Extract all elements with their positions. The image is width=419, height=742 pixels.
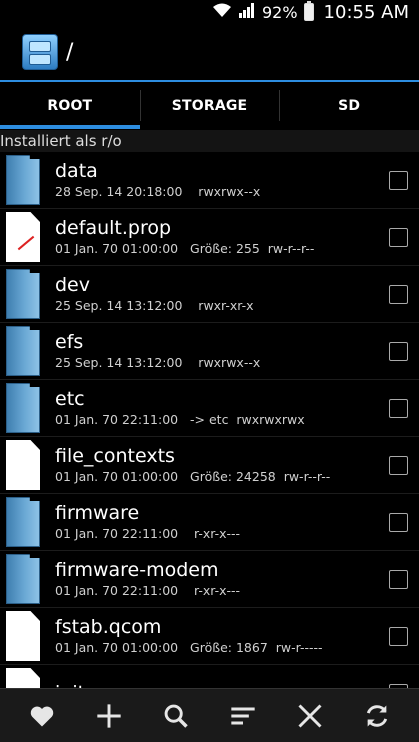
signal-icon <box>238 2 256 22</box>
folder-icon <box>6 383 40 433</box>
status-bar: 92% 10:55 AM <box>0 0 419 24</box>
search-icon <box>164 704 188 728</box>
clock: 10:55 AM <box>323 1 409 23</box>
file-meta: 01 Jan. 70 01:00:00 Größe: 1867 rw-r----… <box>55 640 323 655</box>
file-name: data <box>55 160 98 182</box>
favorite-icon <box>30 706 53 726</box>
file-name: file_contexts <box>55 445 175 467</box>
bottom-toolbar <box>0 688 419 742</box>
list-item[interactable]: etc 01 Jan. 70 22:11:00 -> etc rwxrwxrwx <box>0 380 419 437</box>
list-item[interactable]: data 28 Sep. 14 20:18:00 rwxrwx--x <box>0 152 419 209</box>
file-meta: 25 Sep. 14 13:12:00 rwxrwx--x <box>55 355 261 370</box>
select-checkbox[interactable] <box>389 284 408 304</box>
tab-storage-label: STORAGE <box>171 97 248 114</box>
file-icon <box>6 611 40 661</box>
folder-icon <box>6 155 40 205</box>
tab-bar: ROOT STORAGE SD <box>0 80 419 129</box>
list-item[interactable]: init <box>0 665 419 688</box>
list-item[interactable]: firmware-modem 01 Jan. 70 22:11:00 r-xr-x… <box>0 551 419 608</box>
favorite-button[interactable] <box>20 694 64 738</box>
folder-icon <box>6 497 40 547</box>
battery-icon <box>303 1 314 21</box>
battery-percent: 92% <box>261 2 298 22</box>
action-bar: / <box>0 24 419 80</box>
file-name: firmware-modem <box>55 559 219 581</box>
close-icon <box>298 703 322 728</box>
select-checkbox[interactable] <box>389 398 408 418</box>
add-icon <box>97 703 121 728</box>
file-name: fstab.qcom <box>55 616 162 638</box>
mount-status[interactable]: Installiert als r/o <box>0 130 419 152</box>
file-meta: 25 Sep. 14 13:12:00 rwxr-xr-x <box>55 298 254 313</box>
select-checkbox[interactable] <box>389 512 408 532</box>
list-item[interactable]: firmware 01 Jan. 70 22:11:00 r-xr-x--- <box>0 494 419 551</box>
refresh-icon <box>367 704 388 727</box>
select-checkbox[interactable] <box>389 455 408 475</box>
folder-icon <box>6 269 40 319</box>
select-checkbox[interactable] <box>389 170 408 190</box>
wifi-icon <box>212 2 232 22</box>
list-item[interactable]: efs 25 Sep. 14 13:12:00 rwxrwx--x <box>0 323 419 380</box>
file-meta: 01 Jan. 70 01:00:00 Größe: 255 rw-r--r-- <box>55 241 315 256</box>
select-checkbox[interactable] <box>389 626 408 646</box>
file-name: init <box>55 681 389 688</box>
file-name: dev <box>55 274 90 296</box>
file-meta: 01 Jan. 70 22:11:00 r-xr-x--- <box>55 526 241 541</box>
list-item[interactable]: dev 25 Sep. 14 13:12:00 rwxr-xr-x <box>0 266 419 323</box>
list-item[interactable]: default.prop 01 Jan. 70 01:00:00 Größe: 2… <box>0 209 419 266</box>
file-name: firmware <box>55 502 140 524</box>
folder-icon <box>6 326 40 376</box>
select-checkbox[interactable] <box>389 227 408 247</box>
file-manager-app-icon[interactable] <box>22 34 58 70</box>
list-item[interactable]: fstab.qcom 01 Jan. 70 01:00:00 Größe: 186… <box>0 608 419 665</box>
close-button[interactable] <box>288 694 332 738</box>
file-icon <box>6 440 40 490</box>
tab-storage[interactable]: STORAGE <box>139 82 280 129</box>
add-button[interactable] <box>87 694 131 738</box>
file-meta: 28 Sep. 14 20:18:00 rwxrwx--x <box>55 184 261 199</box>
select-checkbox[interactable] <box>389 341 408 361</box>
file-list[interactable]: data 28 Sep. 14 20:18:00 rwxrwx--x defaul… <box>0 152 419 688</box>
current-path: / <box>66 39 74 65</box>
list-item[interactable]: file_contexts 01 Jan. 70 01:00:00 Größe: … <box>0 437 419 494</box>
search-button[interactable] <box>154 694 198 738</box>
tab-sd[interactable]: SD <box>279 82 419 129</box>
folder-icon <box>6 554 40 604</box>
file-meta: 01 Jan. 70 22:11:00 -> etc rwxrwxrwx <box>55 412 305 427</box>
tab-sd-label: SD <box>338 97 361 114</box>
file-meta: 01 Jan. 70 22:11:00 r-xr-x--- <box>55 583 241 598</box>
file-name: efs <box>55 331 84 353</box>
sort-button[interactable] <box>221 694 265 738</box>
file-name: default.prop <box>55 217 172 239</box>
select-checkbox[interactable] <box>389 569 408 589</box>
tab-root-label: ROOT <box>47 97 93 114</box>
file-name: etc <box>55 388 85 410</box>
sort-icon <box>231 707 255 724</box>
file-meta: 01 Jan. 70 01:00:00 Größe: 24258 rw-r--r… <box>55 469 331 484</box>
prop-file-icon <box>6 212 40 262</box>
refresh-button[interactable] <box>355 694 399 738</box>
file-icon <box>6 668 40 688</box>
tab-root[interactable]: ROOT <box>0 82 140 129</box>
